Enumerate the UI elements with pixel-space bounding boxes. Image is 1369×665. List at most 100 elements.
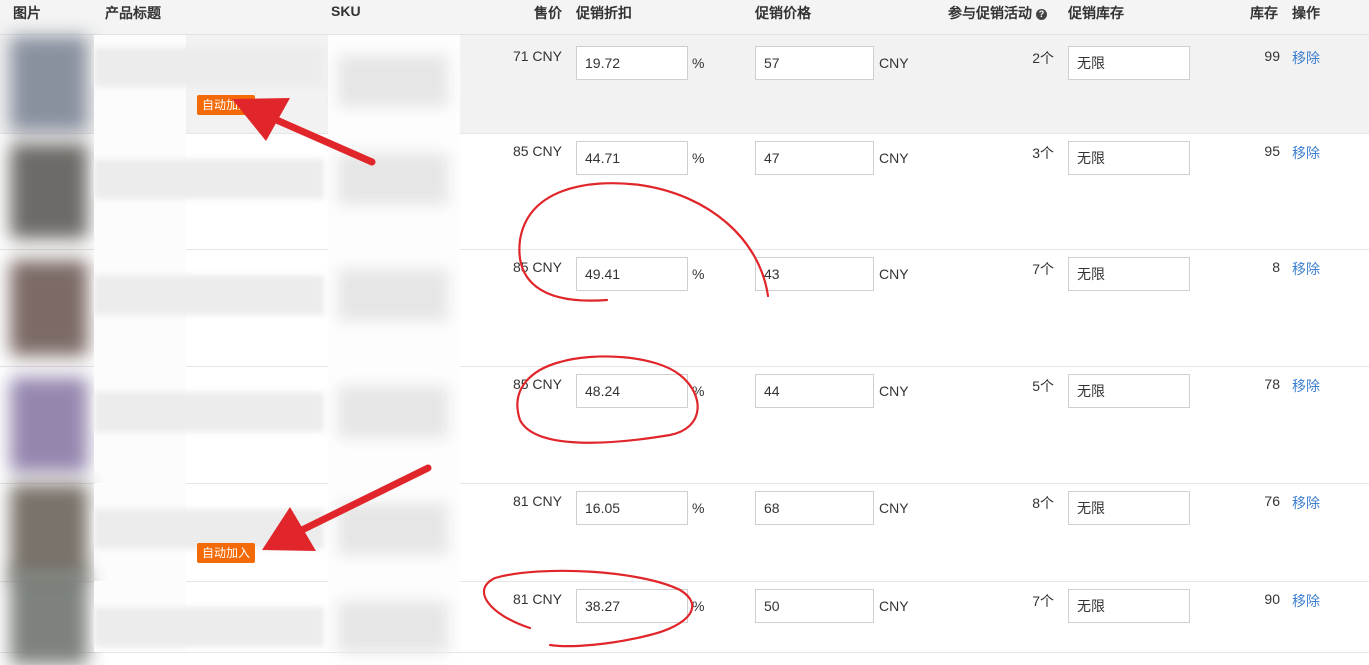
discount-input[interactable]: 38.27: [576, 589, 688, 623]
sku-blurred: [338, 153, 448, 205]
sku-blurred: [338, 55, 448, 107]
percent-unit: %: [692, 150, 705, 166]
col-header-price: 售价: [534, 5, 562, 21]
promo-stock-input[interactable]: 无限: [1068, 491, 1190, 525]
product-title-area: [94, 35, 324, 133]
product-title-blurred[interactable]: [94, 159, 324, 199]
col-header-action: 操作: [1292, 5, 1320, 21]
col-header-image: 图片: [13, 5, 41, 21]
sale-price: 81 CNY: [512, 591, 562, 607]
promo-price-input[interactable]: 50: [755, 589, 874, 623]
sku-cell: [328, 366, 460, 483]
currency-unit: CNY: [879, 598, 909, 614]
sku-cell: [328, 483, 460, 581]
promo-stock-input[interactable]: 无限: [1068, 374, 1190, 408]
product-title-blurred[interactable]: [94, 47, 324, 87]
sale-price: 85 CNY: [512, 376, 562, 392]
product-title-blurred[interactable]: [94, 275, 324, 315]
stock-count: 78: [1264, 376, 1280, 392]
help-icon[interactable]: ?: [1036, 9, 1047, 20]
product-thumbnail[interactable]: [10, 568, 88, 665]
product-thumbnail[interactable]: [10, 143, 88, 239]
remove-link[interactable]: 移除: [1292, 591, 1320, 611]
promo-price-input[interactable]: 57: [755, 46, 874, 80]
promo-price-input[interactable]: 44: [755, 374, 874, 408]
currency-unit: CNY: [879, 266, 909, 282]
table-row: 85 CNY 48.24 % 44 CNY 5个 无限 78 移除: [0, 366, 1369, 484]
activity-count[interactable]: 7个: [1010, 591, 1054, 611]
sku-cell: [328, 249, 460, 366]
discount-input[interactable]: 44.71: [576, 141, 688, 175]
sku-blurred: [338, 601, 448, 653]
table-header: 图片 产品标题 SKU 售价 促销折扣 促销价格 参与促销活动? 促销库存 库存…: [0, 0, 1369, 35]
discount-input[interactable]: 16.05: [576, 491, 688, 525]
remove-link[interactable]: 移除: [1292, 493, 1320, 513]
stock-count: 95: [1264, 143, 1280, 159]
sku-blurred: [338, 269, 448, 321]
activity-count[interactable]: 2个: [1010, 48, 1054, 68]
promo-price-input[interactable]: 47: [755, 141, 874, 175]
col-header-sku: SKU: [331, 3, 361, 19]
discount-input[interactable]: 48.24: [576, 374, 688, 408]
activity-count[interactable]: 5个: [1010, 376, 1054, 396]
discount-input[interactable]: 19.72: [576, 46, 688, 80]
stock-count: 8: [1272, 259, 1280, 275]
promo-stock-input[interactable]: 无限: [1068, 46, 1190, 80]
sale-price: 85 CNY: [512, 259, 562, 275]
percent-unit: %: [692, 500, 705, 516]
sale-price: 85 CNY: [512, 143, 562, 159]
col-header-stock: 库存: [1250, 5, 1278, 21]
remove-link[interactable]: 移除: [1292, 48, 1320, 68]
percent-unit: %: [692, 598, 705, 614]
activity-count[interactable]: 3个: [1010, 143, 1054, 163]
promo-stock-input[interactable]: 无限: [1068, 589, 1190, 623]
percent-unit: %: [692, 266, 705, 282]
product-title-area: [94, 581, 324, 652]
promo-stock-input[interactable]: 无限: [1068, 141, 1190, 175]
percent-unit: %: [692, 383, 705, 399]
product-thumbnail[interactable]: [10, 376, 88, 473]
activity-count[interactable]: 7个: [1010, 259, 1054, 279]
promo-price-input[interactable]: 68: [755, 491, 874, 525]
table-row: 85 CNY 44.71 % 47 CNY 3个 无限 95 移除: [0, 133, 1369, 250]
product-thumbnail[interactable]: [10, 484, 88, 580]
auto-join-badge: 自动加入: [197, 543, 256, 563]
discount-input[interactable]: 49.41: [576, 257, 688, 291]
table-row: 81 CNY 16.05 % 68 CNY 8个 无限 76 移除 自动加入: [0, 483, 1369, 582]
stock-count: 99: [1264, 48, 1280, 64]
sku-blurred: [338, 386, 448, 438]
table-row: 85 CNY 49.41 % 43 CNY 7个 无限 8 移除: [0, 249, 1369, 367]
col-header-discount: 促销折扣: [576, 5, 632, 21]
auto-join-badge: 自动加入: [197, 95, 256, 115]
promo-stock-input[interactable]: 无限: [1068, 257, 1190, 291]
currency-unit: CNY: [879, 55, 909, 71]
sku-cell: [328, 35, 460, 133]
col-header-promo-stock: 促销库存: [1068, 5, 1124, 21]
product-thumbnail[interactable]: [10, 259, 88, 356]
table-row: 71 CNY 19.72 % 57 CNY 2个 无限 99 移除 自动加入: [0, 35, 1369, 134]
col-header-activities: 参与促销活动?: [948, 3, 1047, 23]
table-row: 81 CNY 38.27 % 50 CNY 7个 无限 90 移除: [0, 568, 1369, 665]
remove-link[interactable]: 移除: [1292, 259, 1320, 279]
col-header-promo-price: 促销价格: [755, 5, 811, 21]
product-thumbnail[interactable]: [10, 36, 88, 132]
promo-price-input[interactable]: 43: [755, 257, 874, 291]
sku-cell: [328, 133, 460, 249]
col-header-title: 产品标题: [105, 5, 161, 21]
activity-count[interactable]: 8个: [1010, 493, 1054, 513]
sku-blurred: [338, 503, 448, 555]
currency-unit: CNY: [879, 150, 909, 166]
remove-link[interactable]: 移除: [1292, 376, 1320, 396]
product-title-blurred[interactable]: [94, 392, 324, 432]
currency-unit: CNY: [879, 383, 909, 399]
sale-price: 71 CNY: [512, 48, 562, 64]
percent-unit: %: [692, 55, 705, 71]
product-title-area: [94, 366, 324, 483]
remove-link[interactable]: 移除: [1292, 143, 1320, 163]
col-header-activities-label: 参与促销活动: [948, 5, 1032, 21]
stock-count: 90: [1264, 591, 1280, 607]
product-title-area: [94, 249, 324, 366]
product-title-blurred[interactable]: [94, 607, 324, 647]
currency-unit: CNY: [879, 500, 909, 516]
product-title-area: [94, 483, 324, 581]
